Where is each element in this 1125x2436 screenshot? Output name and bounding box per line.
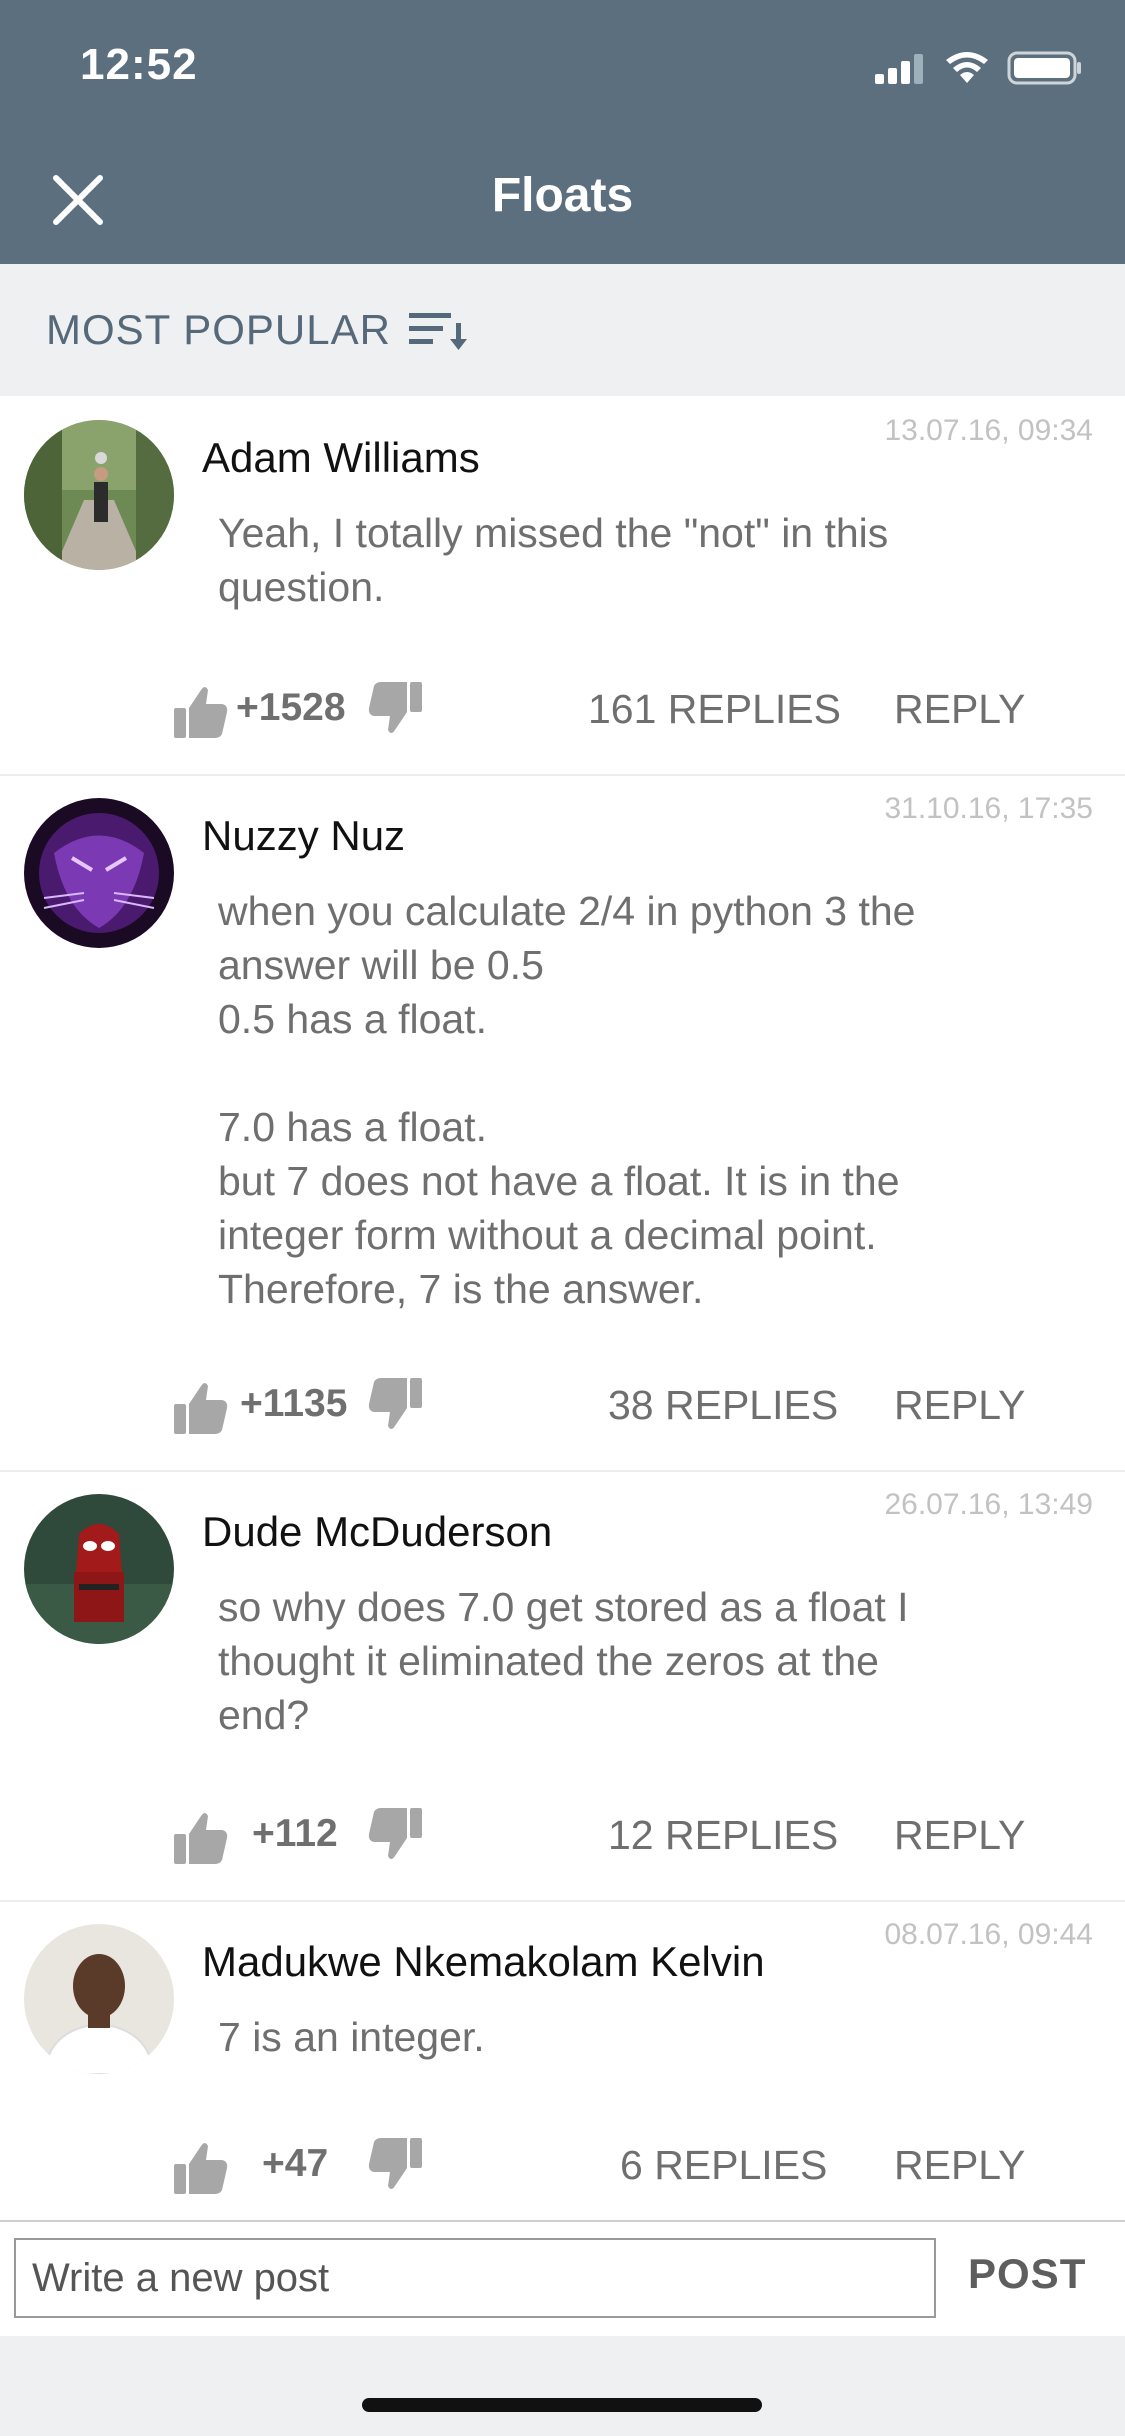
- thumbs-up-icon[interactable]: [170, 2138, 230, 2198]
- thumbs-up-icon[interactable]: [170, 1378, 230, 1438]
- new-post-input[interactable]: [14, 2238, 936, 2318]
- comment-author[interactable]: Madukwe Nkemakolam Kelvin: [202, 1938, 765, 1986]
- replies-link[interactable]: 12 REPLIES: [608, 1812, 838, 1859]
- comment-body: Yeah, I totally missed the "not" in this…: [218, 510, 889, 610]
- comment-item: Nuzzy Nuz 31.10.16, 17:35 when you calcu…: [0, 774, 1125, 1472]
- reply-button[interactable]: REPLY: [894, 1812, 1025, 1859]
- replies-link[interactable]: 161 REPLIES: [588, 686, 841, 733]
- battery-icon: [1007, 51, 1081, 85]
- header-bar: 12:52 Floats: [0, 0, 1125, 264]
- avatar[interactable]: [24, 1494, 174, 1644]
- reply-button[interactable]: REPLY: [894, 686, 1025, 733]
- comment-date: 26.07.16, 13:49: [884, 1488, 1093, 1521]
- vote-count: +47: [262, 2142, 329, 2185]
- comment-author[interactable]: Dude McDuderson: [202, 1508, 552, 1556]
- comment-actions: +47 6 REPLIES REPLY: [0, 2134, 1125, 2204]
- replies-link[interactable]: 6 REPLIES: [620, 2142, 827, 2189]
- comment-item: Adam Williams 13.07.16, 09:34 Yeah, I to…: [0, 396, 1125, 776]
- reply-button[interactable]: REPLY: [894, 1382, 1025, 1429]
- thumbs-down-icon[interactable]: [366, 1804, 426, 1864]
- avatar[interactable]: [24, 1924, 174, 2074]
- comment-actions: +1135 38 REPLIES REPLY: [0, 1374, 1125, 1444]
- status-icons: [875, 46, 1083, 90]
- comment-date: 08.07.16, 09:44: [884, 1918, 1093, 1951]
- thumbs-up-icon[interactable]: [170, 682, 230, 742]
- status-time: 12:52: [80, 40, 198, 89]
- reply-button[interactable]: REPLY: [894, 2142, 1025, 2189]
- replies-link[interactable]: 38 REPLIES: [608, 1382, 838, 1429]
- comment-date: 31.10.16, 17:35: [884, 792, 1093, 825]
- comment-body: when you calculate 2/4 in python 3 the a…: [218, 888, 916, 1312]
- comment-body: so why does 7.0 get stored as a float I …: [218, 1584, 909, 1738]
- thumbs-up-icon[interactable]: [170, 1808, 230, 1868]
- avatar[interactable]: [24, 420, 174, 570]
- home-indicator: [362, 2398, 762, 2412]
- thumbs-down-icon[interactable]: [366, 678, 426, 738]
- sort-label[interactable]: MOST POPULAR: [46, 306, 391, 354]
- post-button[interactable]: POST: [968, 2250, 1086, 2298]
- comment-actions: +112 12 REPLIES REPLY: [0, 1804, 1125, 1874]
- vote-count: +1135: [240, 1382, 348, 1425]
- vote-count: +1528: [236, 686, 346, 729]
- comment-item: Dude McDuderson 26.07.16, 13:49 so why d…: [0, 1470, 1125, 1902]
- vote-count: +112: [252, 1812, 338, 1855]
- comment-author[interactable]: Adam Williams: [202, 434, 480, 482]
- comment-body: 7 is an integer.: [218, 2014, 485, 2060]
- sort-bar[interactable]: MOST POPULAR: [0, 264, 1125, 396]
- comment-actions: +1528 161 REPLIES REPLY: [0, 678, 1125, 748]
- comment-author[interactable]: Nuzzy Nuz: [202, 812, 405, 860]
- comment-item: Madukwe Nkemakolam Kelvin 08.07.16, 09:4…: [0, 1900, 1125, 2220]
- signal-icon: [875, 54, 923, 84]
- thumbs-down-icon[interactable]: [366, 2134, 426, 2194]
- avatar[interactable]: [24, 798, 174, 948]
- page-title: Floats: [491, 169, 634, 222]
- comment-date: 13.07.16, 09:34: [884, 414, 1093, 447]
- bottom-safe-area: [0, 2336, 1125, 2436]
- wifi-icon: [946, 52, 988, 83]
- sort-icon[interactable]: [408, 309, 471, 351]
- thumbs-down-icon[interactable]: [366, 1374, 426, 1434]
- post-composer: POST: [0, 2220, 1125, 2338]
